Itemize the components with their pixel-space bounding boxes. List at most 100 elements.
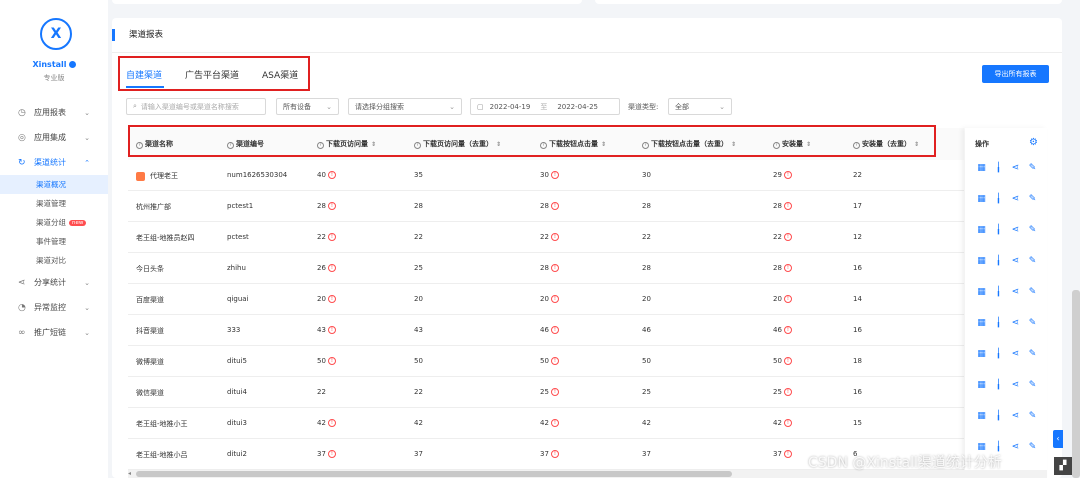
brand-dropdown-icon[interactable] xyxy=(68,61,76,68)
warning-icon[interactable]: ! xyxy=(550,450,559,458)
scrollbar-thumb[interactable] xyxy=(136,471,732,477)
sort-icon[interactable]: ⇕ xyxy=(496,141,501,148)
share-icon[interactable]: ⋖ xyxy=(1009,379,1022,392)
sidebar-item-channel-stats[interactable]: ↻ 渠道统计 ⌃ xyxy=(0,150,108,175)
edit-icon[interactable]: ✎ xyxy=(1026,348,1039,361)
col-visits[interactable]: ? 下载页访问量 ⇕ xyxy=(317,139,376,149)
sort-icon[interactable]: ⇕ xyxy=(806,141,811,148)
sidebar-item-short-link[interactable]: ∞ 推广短链 ⌄ xyxy=(0,320,108,345)
warning-icon[interactable]: ! xyxy=(783,357,792,365)
warning-icon[interactable]: ! xyxy=(550,233,559,241)
qrcode-icon[interactable]: ▦ xyxy=(975,317,988,330)
warning-icon[interactable]: ! xyxy=(550,419,559,427)
chart-icon[interactable]: ╽ xyxy=(992,286,1005,299)
edit-icon[interactable]: ✎ xyxy=(1026,317,1039,330)
warning-icon[interactable]: ! xyxy=(783,171,792,179)
sort-icon[interactable]: ⇕ xyxy=(601,141,606,148)
warning-icon[interactable]: ! xyxy=(783,450,792,458)
qrcode-icon[interactable]: ▦ xyxy=(975,286,988,299)
warning-icon[interactable]: ! xyxy=(327,171,336,179)
col-installs-unique[interactable]: ? 安装量（去重） ⇕ xyxy=(853,139,919,149)
device-select[interactable]: 所有设备 ⌄ xyxy=(276,98,339,115)
qrcode-icon[interactable]: ▦ xyxy=(975,193,988,206)
qrcode-icon[interactable]: ▦ xyxy=(975,162,988,175)
edit-icon[interactable]: ✎ xyxy=(1026,286,1039,299)
edit-icon[interactable]: ✎ xyxy=(1026,162,1039,175)
warning-icon[interactable]: ! xyxy=(327,357,336,365)
edit-icon[interactable]: ✎ xyxy=(1026,441,1039,454)
gear-icon[interactable]: ⚙ xyxy=(1029,137,1038,148)
chart-icon[interactable]: ╽ xyxy=(992,255,1005,268)
qrcode-icon[interactable]: ▦ xyxy=(975,348,988,361)
export-all-button[interactable]: 导出所有报表 xyxy=(982,65,1049,83)
warning-icon[interactable]: ! xyxy=(550,171,559,179)
chart-icon[interactable]: ╽ xyxy=(992,348,1005,361)
edit-icon[interactable]: ✎ xyxy=(1026,410,1039,423)
channel-type-select[interactable]: 全部 ⌄ xyxy=(668,98,732,115)
sidebar-subitem-manage[interactable]: 渠道管理 xyxy=(0,194,108,213)
sidebar-item-monitor[interactable]: ◔ 异常监控 ⌄ xyxy=(0,295,108,320)
sidebar-subitem-compare[interactable]: 渠道对比 xyxy=(0,251,108,270)
sidebar-item-app-integration[interactable]: ◎ 应用集成 ⌄ xyxy=(0,125,108,150)
warning-icon[interactable]: ! xyxy=(783,295,792,303)
brand-name[interactable]: Xinstall xyxy=(0,60,108,69)
share-icon[interactable]: ⋖ xyxy=(1009,348,1022,361)
share-icon[interactable]: ⋖ xyxy=(1009,255,1022,268)
tab-self-built[interactable]: 自建渠道 xyxy=(126,68,162,81)
feedback-icon[interactable]: ▞ xyxy=(1054,457,1072,475)
sort-icon[interactable]: ⇕ xyxy=(371,141,376,148)
share-icon[interactable]: ⋖ xyxy=(1009,162,1022,175)
sidebar-subitem-events[interactable]: 事件管理 xyxy=(0,232,108,251)
share-icon[interactable]: ⋖ xyxy=(1009,193,1022,206)
share-icon[interactable]: ⋖ xyxy=(1009,286,1022,299)
share-icon[interactable]: ⋖ xyxy=(1009,441,1022,454)
chart-icon[interactable]: ╽ xyxy=(992,379,1005,392)
sort-icon[interactable]: ⇕ xyxy=(731,141,736,148)
chart-icon[interactable]: ╽ xyxy=(992,193,1005,206)
qrcode-icon[interactable]: ▦ xyxy=(975,224,988,237)
qrcode-icon[interactable]: ▦ xyxy=(975,379,988,392)
warning-icon[interactable]: ! xyxy=(327,419,336,427)
qrcode-icon[interactable]: ▦ xyxy=(975,255,988,268)
warning-icon[interactable]: ! xyxy=(327,295,336,303)
warning-icon[interactable]: ! xyxy=(783,264,792,272)
warning-icon[interactable]: ! xyxy=(783,233,792,241)
group-select[interactable]: 请选择分组搜索 ⌄ xyxy=(348,98,462,115)
share-icon[interactable]: ⋖ xyxy=(1009,317,1022,330)
sidebar-item-app-report[interactable]: ◷ 应用报表 ⌄ xyxy=(0,100,108,125)
chart-icon[interactable]: ╽ xyxy=(992,224,1005,237)
chart-icon[interactable]: ╽ xyxy=(992,410,1005,423)
warning-icon[interactable]: ! xyxy=(550,295,559,303)
edit-icon[interactable]: ✎ xyxy=(1026,224,1039,237)
sort-icon[interactable]: ⇕ xyxy=(914,141,919,148)
warning-icon[interactable]: ! xyxy=(327,264,336,272)
warning-icon[interactable]: ! xyxy=(327,450,336,458)
date-range-picker[interactable]: ▢ 2022-04-19 至 2022-04-25 xyxy=(470,98,620,115)
col-clicks[interactable]: ? 下载按钮点击量 ⇕ xyxy=(540,139,606,149)
share-icon[interactable]: ⋖ xyxy=(1009,410,1022,423)
warning-icon[interactable]: ! xyxy=(550,202,559,210)
warning-icon[interactable]: ! xyxy=(783,202,792,210)
warning-icon[interactable]: ! xyxy=(550,388,559,396)
edit-icon[interactable]: ✎ xyxy=(1026,193,1039,206)
edit-icon[interactable]: ✎ xyxy=(1026,379,1039,392)
scroll-left-icon[interactable]: ◂ xyxy=(128,470,131,477)
tab-ad-platform[interactable]: 广告平台渠道 xyxy=(185,68,239,81)
sidebar-item-share-stats[interactable]: ⋖ 分享统计 ⌄ xyxy=(0,270,108,295)
warning-icon[interactable]: ! xyxy=(783,388,792,396)
warning-icon[interactable]: ! xyxy=(327,326,336,334)
edit-icon[interactable]: ✎ xyxy=(1026,255,1039,268)
col-visits-unique[interactable]: ? 下载页访问量（去重） ⇕ xyxy=(414,139,501,149)
col-installs[interactable]: ? 安装量 ⇕ xyxy=(773,139,811,149)
warning-icon[interactable]: ! xyxy=(327,233,336,241)
vertical-scrollbar[interactable] xyxy=(1072,290,1080,478)
qrcode-icon[interactable]: ▦ xyxy=(975,410,988,423)
sidebar-subitem-group[interactable]: 渠道分组 new xyxy=(0,213,108,232)
tab-asa[interactable]: ASA渠道 xyxy=(262,68,298,81)
warning-icon[interactable]: ! xyxy=(550,357,559,365)
chart-icon[interactable]: ╽ xyxy=(992,162,1005,175)
warning-icon[interactable]: ! xyxy=(783,326,792,334)
share-icon[interactable]: ⋖ xyxy=(1009,224,1022,237)
col-clicks-unique[interactable]: ? 下载按钮点击量（去重） ⇕ xyxy=(642,139,736,149)
warning-icon[interactable]: ! xyxy=(783,419,792,427)
